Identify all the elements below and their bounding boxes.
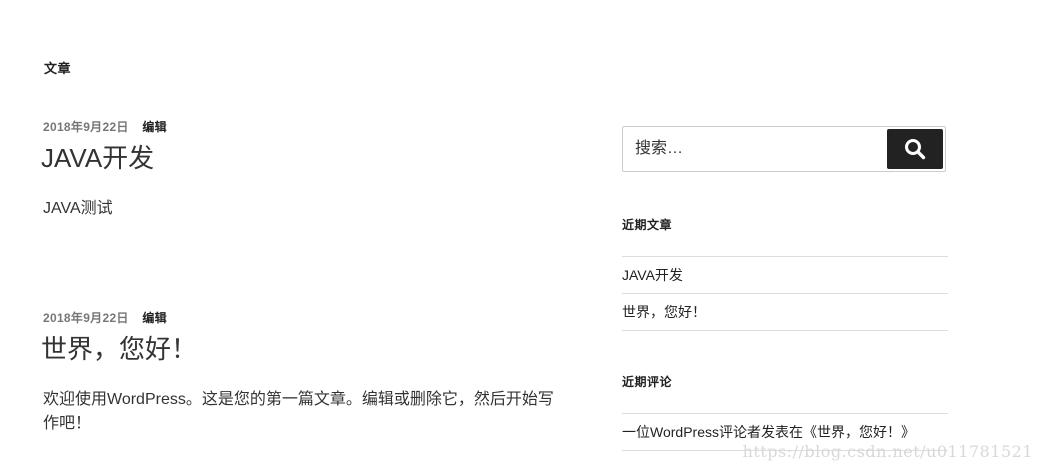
post-date-link[interactable]: 2018年9月22日 — [43, 120, 129, 134]
post-content: 欢迎使用WordPress。这是您的第一篇文章。编辑或删除它，然后开始写作吧！ — [43, 391, 554, 432]
post-title-link[interactable]: 世界，您好！ — [41, 334, 573, 364]
recent-post-link[interactable]: JAVA开发 — [622, 256, 948, 293]
search-input[interactable] — [623, 127, 885, 171]
post-item: 2018年9月22日 编辑 JAVA开发 JAVA测试 — [41, 119, 573, 221]
recent-posts-list: JAVA开发 世界，您好！ — [622, 256, 948, 331]
watermark: https://blog.csdn.net/u011781521 — [742, 442, 1033, 461]
post-content: JAVA测试 — [43, 200, 113, 217]
recent-post-link[interactable]: 世界，您好！ — [622, 293, 948, 331]
recent-posts-title: 近期文章 — [622, 218, 673, 232]
post-date-link[interactable]: 2018年9月22日 — [43, 311, 129, 325]
edit-link[interactable]: 编辑 — [142, 311, 167, 325]
page-title: 文章 — [44, 61, 72, 76]
edit-link[interactable]: 编辑 — [142, 120, 167, 134]
search-icon — [905, 139, 926, 160]
search-form — [622, 126, 946, 172]
recent-comments-title: 近期评论 — [622, 375, 673, 389]
post-item: 2018年9月22日 编辑 世界，您好！ 欢迎使用WordPress。这是您的第… — [41, 310, 573, 436]
post-title-link[interactable]: JAVA开发 — [41, 143, 573, 173]
search-button[interactable] — [887, 129, 943, 169]
entry-meta: 2018年9月22日 编辑 — [43, 119, 573, 135]
entry-meta: 2018年9月22日 编辑 — [43, 310, 573, 326]
